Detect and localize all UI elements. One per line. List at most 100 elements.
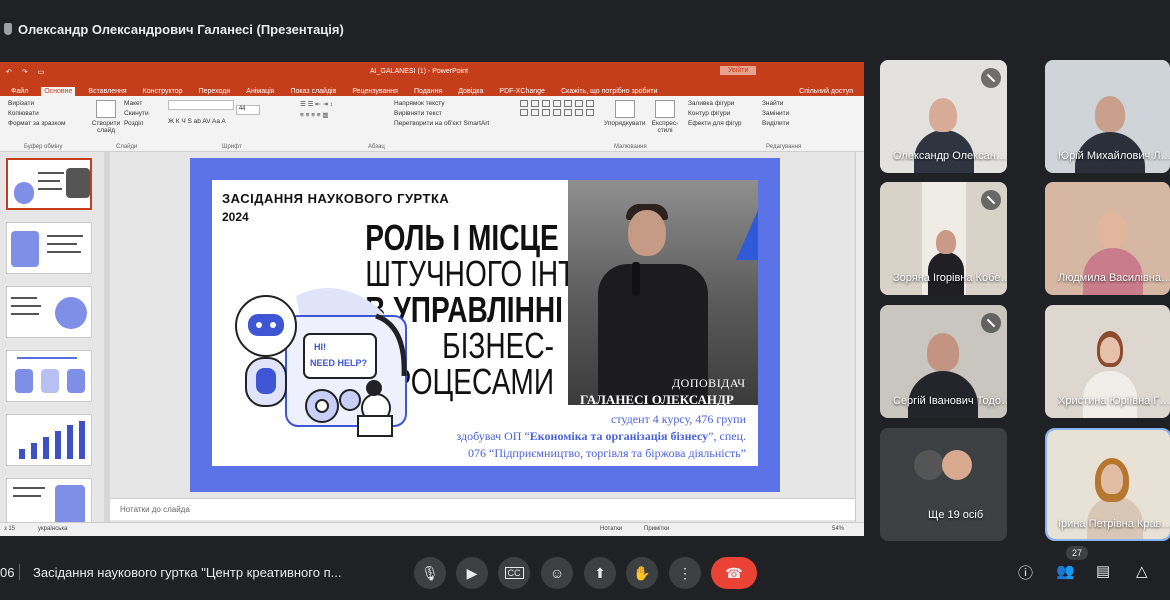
quick-access-icons[interactable]: ↶ ↷ ▭ bbox=[6, 68, 48, 76]
text-direction-button[interactable]: Напрямок тексту bbox=[394, 100, 489, 107]
layout-button[interactable]: Макет bbox=[124, 100, 149, 107]
shared-screen: ↶ ↷ ▭ AI_GALANESI (1) - PowerPoint Увійт… bbox=[0, 62, 864, 536]
current-slide: ЗАСІДАННЯ НАУКОВОГО ГУРТКА 2024 РОЛЬ І М… bbox=[190, 158, 780, 492]
more-participants-tile[interactable]: Ще 19 осіб bbox=[880, 428, 1007, 541]
share-access-button[interactable]: Спільний доступ bbox=[796, 87, 856, 96]
font-size-field[interactable]: 44 bbox=[235, 105, 260, 115]
participant-tile[interactable]: Сергій Іванович Тодо… bbox=[880, 305, 1007, 418]
more-options-button[interactable]: ⋮ bbox=[669, 557, 701, 589]
arrange-icon[interactable] bbox=[614, 100, 635, 118]
activities-icon[interactable]: △ bbox=[1136, 562, 1148, 580]
people-icon[interactable]: 👥 bbox=[1056, 562, 1075, 580]
align-buttons[interactable]: ≡ ≡ ≡ ≡ ▥ bbox=[300, 111, 333, 119]
new-slide-button[interactable]: Створити слайд bbox=[90, 120, 122, 134]
slide-thumb-3[interactable] bbox=[6, 286, 92, 338]
speaker-name: ГАЛАНЕСІ ОЛЕКСАНДР bbox=[580, 392, 734, 407]
tab-view[interactable]: Подання bbox=[411, 87, 445, 96]
align-text-button[interactable]: Вирівняти текст bbox=[394, 110, 489, 117]
tab-pdfxchange[interactable]: PDF-XChange bbox=[496, 87, 548, 96]
speaker-program: здобувач ОП “Економіка та організація бі… bbox=[456, 429, 746, 443]
shape-format-group: Заливка фігури Контур фігури Ефекти для … bbox=[688, 100, 742, 130]
format-painter-button[interactable]: Формат за зразком bbox=[8, 120, 65, 127]
paragraph-group: ☰ ☰ ⇤ ⇥ ↕ ≡ ≡ ≡ ≡ ▥ Абзац bbox=[300, 100, 385, 150]
captions-button[interactable]: CC bbox=[498, 557, 530, 589]
mic-button[interactable]: 🎙 bbox=[414, 557, 446, 589]
shape-fill-button[interactable]: Заливка фігури bbox=[688, 100, 742, 107]
reactions-button[interactable]: ☺ bbox=[541, 557, 573, 589]
reset-button[interactable]: Скинути bbox=[124, 110, 149, 117]
copy-button[interactable]: Копіювати bbox=[8, 110, 65, 117]
participant-tile[interactable]: Людмила Василівна… bbox=[1045, 182, 1170, 295]
svg-text:HI!: HI! bbox=[314, 342, 326, 352]
font-group: 44 Ж К Ч S ab AV Aa A Шрифт bbox=[168, 100, 260, 150]
section-button[interactable]: Розділ bbox=[124, 120, 149, 127]
slide-thumb-1[interactable] bbox=[6, 158, 92, 210]
raise-hand-button[interactable]: ✋ bbox=[626, 557, 658, 589]
shapes-gallery[interactable] bbox=[520, 100, 595, 116]
comments-toggle[interactable]: Примітки bbox=[644, 526, 669, 532]
present-icon: ⬆ bbox=[594, 564, 606, 581]
cut-button[interactable]: Вирізати bbox=[8, 100, 65, 107]
presentation-title: Олександр Олександрович Галанесі (Презен… bbox=[18, 21, 344, 37]
slide-thumb-2[interactable] bbox=[6, 222, 92, 274]
participant-name: Зоряна Ігорівна Кобе… bbox=[893, 272, 1007, 284]
smartart-button[interactable]: Перетворити на об'єкт SmartArt bbox=[394, 120, 489, 127]
tab-animation[interactable]: Анімація bbox=[243, 87, 277, 96]
participant-name: Юрій Михайлович Л… bbox=[1058, 150, 1170, 162]
slide-thumb-4[interactable] bbox=[6, 350, 92, 402]
tab-help[interactable]: Довідка bbox=[455, 87, 486, 96]
font-format-buttons[interactable]: Ж К Ч S ab AV Aa A bbox=[168, 118, 260, 125]
divider bbox=[19, 564, 20, 580]
replace-button[interactable]: Замінити bbox=[762, 110, 789, 117]
arrange-button[interactable]: Упорядкувати bbox=[604, 120, 645, 127]
notes-pane[interactable]: Нотатки до слайда bbox=[110, 498, 855, 520]
participant-tile[interactable]: Зоряна Ігорівна Кобе… bbox=[880, 182, 1007, 295]
zoom-level[interactable]: 54% bbox=[832, 526, 844, 532]
chat-icon[interactable]: ▤ bbox=[1096, 562, 1110, 580]
tab-transitions[interactable]: Переходи bbox=[196, 87, 234, 96]
new-slide-icon[interactable] bbox=[96, 100, 116, 118]
svg-text:NEED HELP?: NEED HELP? bbox=[310, 358, 367, 368]
tab-home[interactable]: Основне bbox=[41, 87, 76, 96]
present-button[interactable]: ⬆ bbox=[584, 557, 616, 589]
tab-file[interactable]: Файл bbox=[8, 87, 31, 96]
slides-label: Слайди bbox=[116, 144, 138, 150]
shape-outline-button[interactable]: Контур фігури bbox=[688, 110, 742, 117]
leave-call-button[interactable]: ☎ bbox=[711, 557, 757, 589]
participant-name: Ірина Петрівна Крав… bbox=[1058, 518, 1170, 530]
camera-button[interactable]: ▶ bbox=[456, 557, 488, 589]
tab-insert[interactable]: Вставлення bbox=[85, 87, 129, 96]
mic-icon: 🎙 bbox=[421, 564, 439, 581]
shield-icon bbox=[4, 23, 12, 35]
meeting-controls: 06 Засідання наукового гуртка "Центр кре… bbox=[0, 546, 1170, 600]
shapes-icons[interactable] bbox=[520, 100, 595, 116]
participant-name: Олександр Олексан… bbox=[893, 150, 1007, 162]
notes-toggle[interactable]: Нотатки bbox=[600, 526, 622, 532]
participant-tile[interactable]: Ірина Петрівна Крав… bbox=[1045, 428, 1170, 541]
tab-slideshow[interactable]: Показ слайдів bbox=[287, 87, 339, 96]
participant-tile[interactable]: Юрій Михайлович Л… bbox=[1045, 60, 1170, 173]
participant-tile[interactable]: Олександр Олексан… bbox=[880, 60, 1007, 173]
styles-icon[interactable] bbox=[655, 100, 675, 118]
font-name-field[interactable] bbox=[168, 100, 234, 110]
info-icon[interactable]: ⓘ bbox=[1018, 562, 1033, 583]
speaker-course: студент 4 курсу, 476 групи bbox=[611, 412, 746, 426]
slides-group-2: Макет Скинути Розділ bbox=[124, 100, 149, 130]
mic-off-icon bbox=[981, 68, 1001, 88]
find-button[interactable]: Знайти bbox=[762, 100, 789, 107]
tab-design[interactable]: Конструктор bbox=[140, 87, 186, 96]
participant-tile[interactable]: Христина Юріївна Г… bbox=[1045, 305, 1170, 418]
select-button[interactable]: Виділити bbox=[762, 120, 789, 127]
mic-off-icon bbox=[981, 313, 1001, 333]
tell-me-search[interactable]: Скажіть, що потрібно зробити bbox=[558, 87, 661, 96]
quick-styles-button[interactable]: Експрес-стилі bbox=[650, 120, 680, 134]
ribbon: Вирізати Копіювати Формат за зразком Буф… bbox=[0, 96, 864, 152]
slide-scrollbar[interactable] bbox=[855, 152, 864, 536]
login-button[interactable]: Увійти bbox=[720, 66, 757, 75]
slide-year: 2024 bbox=[222, 210, 249, 224]
tab-review[interactable]: Рецензування bbox=[349, 87, 401, 96]
shape-effects-button[interactable]: Ефекти для фігур bbox=[688, 120, 742, 127]
slide-thumb-5[interactable] bbox=[6, 414, 92, 466]
list-buttons[interactable]: ☰ ☰ ⇤ ⇥ ↕ bbox=[300, 100, 333, 108]
ppt-document-title: AI_GALANESI (1) - PowerPoint bbox=[370, 68, 469, 75]
